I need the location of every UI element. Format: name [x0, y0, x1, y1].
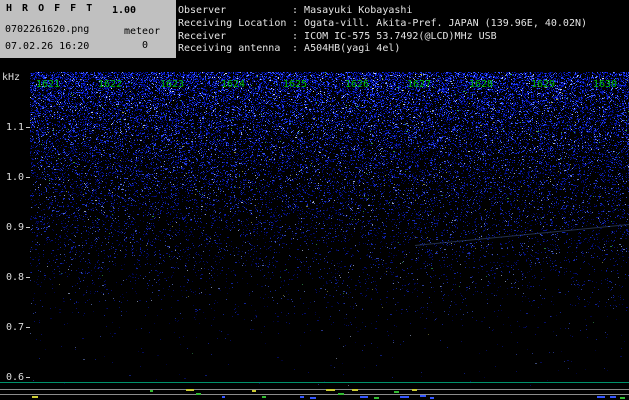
freq-tick-mark: [26, 177, 30, 178]
header-row-location: Receiving Location: Ogata-vill. Akita-Pr…: [178, 18, 587, 29]
time-tick-label: 1627: [406, 79, 432, 90]
signal-mark: [352, 389, 358, 391]
freq-tick-label: 0.9: [5, 222, 24, 233]
time-tick-label: 1622: [97, 79, 123, 90]
freq-tick-label: 1.1: [5, 122, 24, 133]
time-tick-label: 1624: [220, 79, 246, 90]
output-filename: 0702261620.png: [5, 24, 90, 35]
header-value: Masayuki Kobayashi: [304, 5, 413, 16]
time-tick-label: 1629: [530, 79, 556, 90]
header-row-observer: Observer: Masayuki Kobayashi: [178, 5, 412, 16]
signal-mark: [32, 396, 38, 398]
freq-tick-label: 0.7: [5, 322, 24, 333]
header-colon: :: [292, 43, 305, 54]
freq-tick-mark: [26, 327, 30, 328]
header-row-antenna: Receiving antenna: A504HB(yagi 4el): [178, 43, 400, 54]
signal-mark: [360, 396, 368, 398]
header-label: Receiving Location: [178, 18, 287, 29]
freq-tick-mark: [26, 127, 30, 128]
freq-tick-mark: [26, 377, 30, 378]
app-version: 1.00: [112, 5, 137, 16]
header-label: Observer: [178, 5, 227, 16]
signal-mark: [420, 395, 426, 397]
signal-mark: [262, 396, 266, 398]
reference-grid-line: [0, 394, 629, 395]
signal-mark: [196, 393, 201, 395]
header-label: Receiving antenna: [178, 43, 281, 54]
time-tick-label: 1621: [35, 79, 61, 90]
signal-mark: [374, 397, 379, 399]
signal-mark: [186, 389, 194, 391]
signal-mark: [252, 390, 256, 392]
header-value: Ogata-vill. Akita-Pref. JAPAN (139.96E, …: [304, 18, 588, 29]
datetime-display: 07.02.26 16:20: [5, 41, 90, 52]
freq-tick-label: 1.0: [5, 172, 24, 183]
signal-mark: [310, 397, 316, 399]
signal-mark: [394, 391, 399, 393]
time-tick-label: 1630: [592, 79, 618, 90]
app-title: H R O F F T: [6, 3, 95, 14]
meteor-counter-value: 0: [142, 40, 149, 51]
time-tick-label: 1625: [282, 79, 308, 90]
signal-mark: [300, 396, 304, 398]
header-value: ICOM IC-575 53.7492(@LCD)MHz USB: [304, 31, 497, 42]
signal-mark: [610, 396, 616, 398]
control-panel: H R O F F T 1.00 0702261620.png meteor 0…: [0, 0, 176, 58]
hrofft-window: H R O F F T 1.00 0702261620.png meteor 0…: [0, 0, 629, 400]
time-tick-label: 1626: [344, 79, 370, 90]
freq-tick-label: 0.6: [5, 372, 24, 383]
header-label: Receiver: [178, 31, 227, 42]
header-colon: :: [292, 31, 305, 42]
signal-mark: [338, 393, 344, 395]
header-colon: :: [292, 18, 305, 29]
header-value: A504HB(yagi 4el): [304, 43, 401, 54]
khz-unit-label: kHz: [2, 72, 21, 83]
signal-mark: [150, 390, 153, 392]
spectrogram-canvas: [30, 72, 629, 386]
time-tick-label: 1628: [468, 79, 494, 90]
freq-tick-label: 0.8: [5, 272, 24, 283]
header-colon: :: [292, 5, 305, 16]
signal-mark: [430, 397, 434, 399]
freq-tick-mark: [26, 227, 30, 228]
meteor-counter-label: meteor: [124, 26, 161, 37]
signal-mark: [222, 396, 225, 398]
signal-mark: [400, 396, 409, 398]
freq-tick-mark: [26, 277, 30, 278]
reference-grid-line: [0, 389, 629, 390]
header-row-receiver: Receiver: ICOM IC-575 53.7492(@LCD)MHz U…: [178, 31, 497, 42]
signal-mark: [620, 397, 625, 399]
time-tick-label: 1623: [159, 79, 185, 90]
signal-mark: [597, 396, 605, 398]
signal-mark: [412, 389, 417, 391]
signal-mark: [326, 389, 335, 391]
